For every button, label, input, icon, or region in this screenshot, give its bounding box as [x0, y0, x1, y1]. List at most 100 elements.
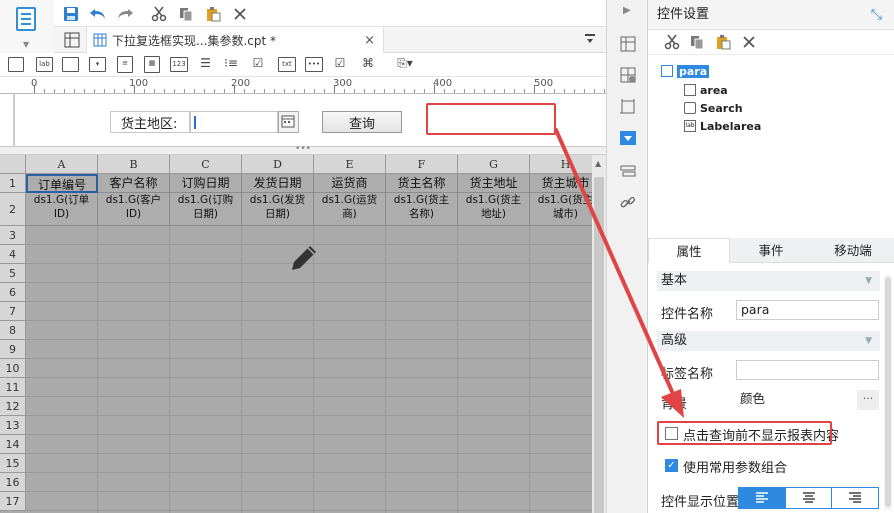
condition-attribute-icon[interactable] [619, 162, 637, 180]
data-cell[interactable]: ds1.G(货主 城市) [530, 193, 592, 226]
list-widget-icon[interactable]: ≡ [117, 56, 133, 73]
row-header[interactable]: 13 [0, 416, 26, 435]
data-cell[interactable]: ds1.G(订购 日期) [170, 193, 242, 226]
tab-mobile[interactable]: 移动端 [812, 238, 894, 263]
header-cell[interactable]: 运货商 [314, 174, 386, 193]
frame-icon[interactable] [619, 98, 637, 116]
area-input[interactable] [190, 111, 278, 133]
row-header[interactable]: 16 [0, 473, 26, 492]
tab-properties[interactable]: 属性 [648, 238, 730, 263]
header-cell[interactable]: 货主城市 [530, 174, 592, 193]
combo-box-widget-icon[interactable]: ▾ [89, 57, 106, 72]
row-header[interactable]: 8 [0, 321, 26, 340]
tag-name-input[interactable] [736, 360, 879, 380]
more-widgets-icon[interactable]: ⎘▾ [394, 57, 416, 72]
column-header[interactable]: H [530, 155, 592, 174]
copy-icon[interactable] [175, 3, 197, 24]
cell-attributes-icon[interactable] [619, 66, 637, 84]
checkbox-group-widget-icon[interactable]: ☑ [250, 56, 266, 73]
row-header[interactable]: 9 [0, 340, 26, 359]
row-header[interactable]: 1 [0, 174, 26, 193]
paste-icon[interactable] [202, 3, 224, 24]
data-cell[interactable]: ds1.G(货主 名称) [386, 193, 458, 226]
data-cell[interactable]: ds1.G(运货 商) [314, 193, 386, 226]
text-area-widget-icon[interactable]: ☰ [198, 56, 213, 73]
background-more-button[interactable]: ··· [857, 390, 879, 410]
row-header[interactable]: 14 [0, 435, 26, 454]
row-header[interactable]: 6 [0, 283, 26, 302]
collapse-arrow-icon[interactable]: ▶ [623, 5, 641, 23]
column-header[interactable]: G [458, 155, 530, 174]
app-menu-button[interactable]: ▼ [0, 0, 54, 54]
paste-icon[interactable] [715, 34, 731, 53]
table-layout-icon[interactable] [619, 35, 637, 53]
date-widget-icon[interactable]: ▦ [144, 56, 160, 73]
scroll-thumb[interactable] [594, 177, 604, 513]
data-cell[interactable]: ds1.G(客户 ID) [98, 193, 170, 226]
common-param-checkbox[interactable]: ✓ [665, 459, 678, 472]
section-basic[interactable]: 基本 ▼ [657, 271, 880, 291]
data-cell[interactable]: ds1.G(货主 地址) [458, 193, 530, 226]
align-right-button[interactable] [832, 488, 878, 508]
row-header[interactable]: 3 [0, 226, 26, 245]
align-center-button[interactable] [786, 488, 833, 508]
tab-list-icon[interactable] [584, 33, 596, 48]
column-header[interactable]: D [242, 155, 314, 174]
header-cell[interactable]: 货主地址 [458, 174, 530, 193]
number-widget-icon[interactable]: 123 [170, 57, 188, 72]
column-header[interactable]: A [26, 155, 98, 174]
delete-icon[interactable] [742, 35, 756, 52]
tree-node[interactable]: lab Labelarea [684, 118, 761, 134]
save-icon[interactable] [60, 3, 82, 24]
widget-settings-icon[interactable] [620, 131, 636, 145]
tab-events[interactable]: 事件 [730, 238, 812, 263]
row-header[interactable]: 7 [0, 302, 26, 321]
header-cell[interactable]: 客户名称 [98, 174, 170, 193]
row-header[interactable]: 17 [0, 492, 26, 511]
header-cell[interactable]: 发货日期 [242, 174, 314, 193]
area-label[interactable]: 货主地区: [110, 111, 190, 133]
scroll-thumb[interactable] [885, 277, 891, 507]
row-header[interactable]: 12 [0, 397, 26, 416]
highlight-box-empty-area[interactable] [426, 103, 556, 135]
widget-name-input[interactable]: para [736, 300, 879, 320]
row-header[interactable]: 5 [0, 264, 26, 283]
row-header[interactable]: 2 [0, 193, 26, 226]
file-tab[interactable]: 下拉复选框实现...集参数.cpt * × [86, 27, 384, 53]
tree-node-root[interactable]: para [661, 63, 710, 79]
redo-icon[interactable] [114, 3, 136, 24]
undo-icon[interactable] [87, 3, 109, 24]
header-cell[interactable]: 订单编号 [26, 174, 98, 193]
dock-icon[interactable]: ⤡ [871, 0, 882, 30]
tree-node[interactable]: area [684, 82, 728, 98]
hyperlink-icon[interactable] [619, 194, 637, 212]
grid-layout-icon[interactable] [64, 32, 80, 51]
data-cell[interactable]: ds1.G(发货 日期) [242, 193, 314, 226]
pane-divider[interactable]: ••• [0, 145, 606, 155]
tree-node[interactable]: Search [684, 100, 743, 116]
radio-group-widget-icon[interactable]: ⁝≡ [223, 56, 239, 73]
text-field-widget-icon[interactable] [62, 57, 79, 72]
column-header[interactable]: F [386, 155, 458, 174]
row-header[interactable]: 11 [0, 378, 26, 397]
cut-icon[interactable] [664, 34, 680, 53]
align-left-button[interactable] [739, 488, 786, 508]
grid-corner[interactable] [0, 155, 26, 174]
column-header[interactable]: B [98, 155, 170, 174]
area-dropdown-button[interactable] [278, 111, 299, 133]
password-widget-icon[interactable]: ••• [305, 57, 323, 72]
panel-scrollbar[interactable] [884, 275, 892, 510]
row-header[interactable]: 4 [0, 245, 26, 264]
vertical-scrollbar[interactable]: ▲ [592, 155, 606, 513]
column-header[interactable]: C [170, 155, 242, 174]
header-cell[interactable]: 订购日期 [170, 174, 242, 193]
text-label-widget-icon[interactable]: lab [36, 57, 53, 72]
header-cell[interactable]: 货主名称 [386, 174, 458, 193]
checkbox-widget-icon[interactable]: ☑ [332, 57, 348, 72]
cut-icon[interactable] [148, 3, 170, 24]
data-cell[interactable]: ds1.G(订单 ID) [26, 193, 98, 226]
row-header[interactable]: 10 [0, 359, 26, 378]
scroll-up-icon[interactable]: ▲ [595, 159, 601, 168]
row-header[interactable]: 15 [0, 454, 26, 473]
report-grid[interactable]: A B C D E F G H 1 订单编号 客户名称 订购日期 发货日期 运货商 货主名称 货主地址 货主城市… [0, 155, 592, 513]
